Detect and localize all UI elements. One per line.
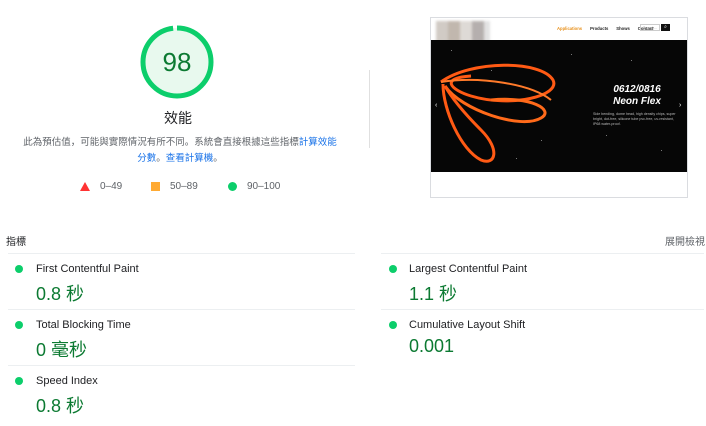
screenshot-nav-item: Products bbox=[590, 26, 609, 31]
description-text: 此為預估值，可能與實際情況有所不同。系統會直接根據這些指標 bbox=[23, 137, 299, 148]
metric-value-lcp: 1.1 秒 bbox=[409, 284, 458, 304]
pass-circle-icon bbox=[389, 265, 397, 273]
screenshot-nav-links: Applications Products Shows Contact bbox=[557, 26, 653, 31]
metrics-heading: 指標 bbox=[6, 237, 26, 248]
legend-average: 50–89 bbox=[151, 181, 198, 192]
divider bbox=[381, 309, 704, 310]
performance-score: 98 bbox=[162, 47, 192, 77]
screenshot-search-box: Search... bbox=[640, 24, 660, 31]
calculator-link[interactable]: 查看計算機 bbox=[166, 153, 214, 164]
hero-title-line1: 0612/0816 bbox=[613, 84, 661, 95]
divider bbox=[8, 253, 355, 254]
chevron-right-icon: › bbox=[679, 102, 682, 109]
metric-name-lcp: Largest Contentful Paint bbox=[409, 263, 528, 275]
pass-circle-icon bbox=[15, 377, 23, 385]
pass-circle-icon bbox=[15, 265, 23, 273]
legend-average-label: 50–89 bbox=[170, 181, 198, 192]
pass-circle-icon bbox=[15, 321, 23, 329]
screenshot-nav-item: Applications bbox=[557, 26, 583, 31]
description-separator: 。 bbox=[156, 153, 166, 164]
divider bbox=[381, 253, 704, 254]
screenshot-hero: 0612/0816 Neon Flex Side bending, dome h… bbox=[431, 40, 687, 172]
metric-name-si: Speed Index bbox=[36, 375, 98, 387]
search-icon: ⌕ bbox=[661, 24, 670, 31]
neon-tube-image bbox=[440, 63, 556, 163]
expand-view-toggle[interactable]: 展開檢視 bbox=[665, 233, 705, 248]
legend-fail: 0–49 bbox=[80, 181, 122, 192]
average-square-icon bbox=[151, 182, 160, 191]
legend-pass-label: 90–100 bbox=[247, 181, 281, 192]
legend-pass: 90–100 bbox=[228, 181, 280, 192]
hero-title: 0612/0816 Neon Flex bbox=[591, 84, 683, 108]
metric-value-cls: 0.001 bbox=[409, 336, 455, 356]
chevron-left-icon: ‹ bbox=[435, 102, 438, 109]
hero-text: Side bending, dome head, high density ch… bbox=[593, 112, 676, 126]
performance-description: 此為預估值，可能與實際情況有所不同。系統會直接根據這些指標計算效能分數。查看計算… bbox=[20, 135, 340, 167]
description-suffix: 。 bbox=[213, 153, 223, 164]
hero-title-line2: Neon Flex bbox=[613, 96, 661, 107]
metric-value-si: 0.8 秒 bbox=[36, 396, 85, 416]
divider bbox=[8, 365, 355, 366]
performance-title: 效能 bbox=[164, 110, 192, 126]
metric-name-cls: Cumulative Layout Shift bbox=[409, 319, 526, 331]
screenshot-nav-item: Shows bbox=[616, 26, 630, 31]
pass-circle-icon bbox=[389, 321, 397, 329]
metric-value-fcp: 0.8 秒 bbox=[36, 284, 85, 304]
divider bbox=[8, 309, 355, 310]
legend-fail-label: 0–49 bbox=[100, 181, 123, 192]
metric-name-fcp: First Contentful Paint bbox=[36, 263, 139, 275]
screenshot-footer bbox=[431, 172, 687, 197]
pass-circle-icon bbox=[228, 182, 237, 191]
metric-value-tbt: 0 毫秒 bbox=[36, 340, 88, 360]
fail-triangle-icon bbox=[80, 182, 90, 191]
vertical-divider bbox=[369, 70, 370, 148]
screenshot-navbar: Applications Products Shows Contact Sear… bbox=[431, 18, 687, 43]
page-screenshot: Applications Products Shows Contact Sear… bbox=[430, 17, 688, 198]
metric-name-tbt: Total Blocking Time bbox=[36, 319, 131, 331]
